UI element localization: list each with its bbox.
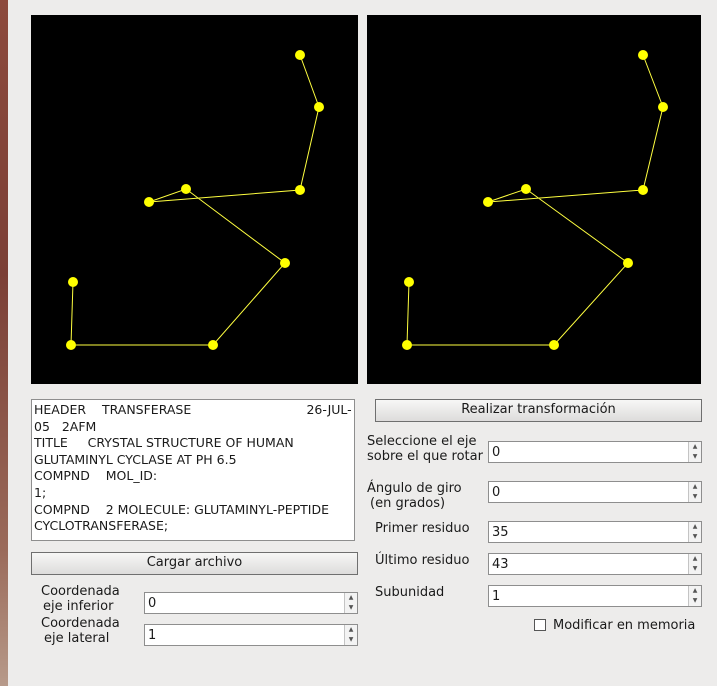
backbone-bonds: [70, 54, 320, 346]
spin-up-icon[interactable]: ▲: [345, 625, 357, 635]
last-residue-spinbox[interactable]: 43 ▲ ▼: [488, 553, 702, 575]
coord-lateral-label-line1: Coordenada: [41, 616, 120, 631]
coord-lateral-value: 1: [148, 628, 157, 643]
rotation-axis-spinbox[interactable]: 0 ▲ ▼: [488, 441, 702, 463]
pdb-header-text: HEADER TRANSFERASE 26-JUL-05 2AFM TITLE …: [34, 402, 352, 534]
subunit-spinbox[interactable]: 1 ▲ ▼: [488, 585, 702, 607]
angle-label-line2: (en grados): [370, 496, 446, 511]
coord-lateral-spinbox[interactable]: 1 ▲ ▼: [144, 624, 358, 646]
angle-label-line1: Ángulo de giro: [367, 481, 462, 496]
transformed-structure-canvas[interactable]: [367, 15, 701, 384]
atom-7: [208, 340, 218, 350]
transformed-structure-plot: [402, 50, 668, 350]
first-residue-spinbox[interactable]: 35 ▲ ▼: [488, 521, 702, 543]
spin-up-icon[interactable]: ▲: [689, 442, 701, 452]
original-structure-plot: [66, 50, 324, 350]
perform-transformation-button[interactable]: Realizar transformación: [375, 399, 702, 422]
atom-3: [295, 185, 305, 195]
spin-down-icon[interactable]: ▼: [345, 635, 357, 645]
last-residue-label: Último residuo: [375, 553, 470, 568]
atom-8: [66, 340, 76, 350]
first-residue-value: 35: [492, 525, 509, 540]
spin-down-icon[interactable]: ▼: [345, 603, 357, 613]
rotation-angle-value: 0: [492, 485, 501, 500]
atom-4: [483, 197, 493, 207]
coord-bottom-value: 0: [148, 596, 157, 611]
atom-1: [295, 50, 305, 60]
spin-up-icon[interactable]: ▲: [689, 554, 701, 564]
spin-down-icon[interactable]: ▼: [689, 532, 701, 542]
spin-up-icon[interactable]: ▲: [689, 586, 701, 596]
coord-bottom-label-line2: eje inferior: [43, 599, 114, 614]
atom-5: [181, 184, 191, 194]
atom-9: [68, 277, 78, 287]
atom-7: [549, 340, 559, 350]
subunit-label: Subunidad: [375, 585, 445, 600]
spin-up-icon[interactable]: ▲: [345, 593, 357, 603]
desktop-background-strip: [0, 0, 8, 686]
first-residue-label: Primer residuo: [375, 521, 470, 536]
rotation-axis-value: 0: [492, 445, 501, 460]
original-structure-canvas[interactable]: [31, 15, 358, 384]
coord-lateral-label-line2: eje lateral: [44, 631, 110, 646]
atom-3: [638, 185, 648, 195]
pdb-header-textarea[interactable]: HEADER TRANSFERASE 26-JUL-05 2AFM TITLE …: [31, 399, 355, 541]
spin-down-icon[interactable]: ▼: [689, 596, 701, 606]
axis-label-line1: Seleccione el eje: [367, 434, 477, 449]
atom-4: [144, 197, 154, 207]
subunit-value: 1: [492, 589, 501, 604]
atom-6: [623, 258, 633, 268]
coord-bottom-spinbox[interactable]: 0 ▲ ▼: [144, 592, 358, 614]
load-file-button[interactable]: Cargar archivo: [31, 552, 358, 575]
atom-6: [280, 258, 290, 268]
atom-2: [314, 102, 324, 112]
atom-5: [521, 184, 531, 194]
atom-2: [658, 102, 668, 112]
backbone-bonds: [406, 54, 664, 346]
last-residue-value: 43: [492, 557, 509, 572]
spin-down-icon[interactable]: ▼: [689, 492, 701, 502]
atom-1: [638, 50, 648, 60]
spin-down-icon[interactable]: ▼: [689, 564, 701, 574]
spin-down-icon[interactable]: ▼: [689, 452, 701, 462]
coord-bottom-label-line1: Coordenada: [41, 584, 120, 599]
spin-up-icon[interactable]: ▲: [689, 522, 701, 532]
spin-up-icon[interactable]: ▲: [689, 482, 701, 492]
axis-label-line2: sobre el que rotar: [367, 449, 483, 464]
modify-in-memory-checkbox[interactable]: [534, 619, 546, 631]
atom-8: [402, 340, 412, 350]
modify-in-memory-label: Modificar en memoria: [553, 618, 696, 633]
atom-9: [404, 277, 414, 287]
rotation-angle-spinbox[interactable]: 0 ▲ ▼: [488, 481, 702, 503]
